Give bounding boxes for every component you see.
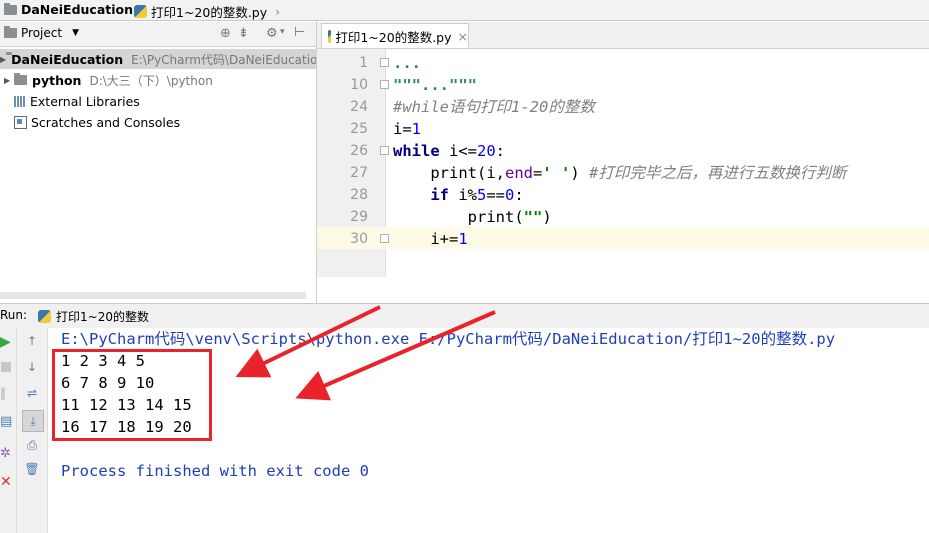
annotation-arrows: [235, 305, 496, 401]
annotation-arrow: [235, 305, 381, 378]
annotation-arrow: [295, 310, 496, 401]
